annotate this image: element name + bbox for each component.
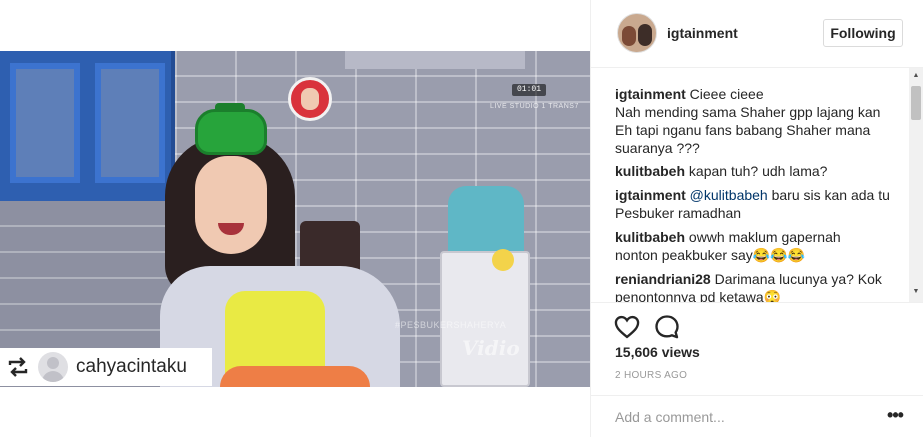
comment-text: baru sis kan ada tu bbox=[771, 187, 890, 203]
comment-text: owwh maklum gapernah bbox=[688, 229, 841, 245]
comment-mention[interactable]: @kulitbabeh bbox=[690, 187, 768, 203]
comments-list: igtainment Cieee cieee Nah mending sama … bbox=[591, 68, 923, 302]
comment-text: Darimana lucunya ya? Kok bbox=[714, 271, 882, 287]
comment-item: kulitbabeh kapan tuh? udh lama? bbox=[615, 162, 905, 180]
scene-water-bottle bbox=[448, 186, 524, 258]
scene-gas-tank bbox=[195, 109, 267, 155]
comment-user[interactable]: igtainment bbox=[615, 86, 686, 102]
comment-caption: igtainment Cieee cieee Nah mending sama … bbox=[615, 85, 905, 157]
scroll-up-arrow-icon[interactable]: ▲ bbox=[909, 70, 923, 82]
post-header: igtainment Following bbox=[591, 0, 923, 68]
scene-water-dispenser bbox=[440, 251, 530, 387]
comment-item: reniandriani28 Darimana lucunya ya? Kok … bbox=[615, 270, 905, 302]
comments-scrollbar[interactable]: ▲ ▼ bbox=[909, 68, 923, 302]
repost-icon bbox=[6, 355, 30, 379]
brand-watermark: Vidio bbox=[462, 336, 520, 360]
post-timestamp[interactable]: 2 HOURS AGO bbox=[615, 370, 687, 381]
post-actions bbox=[591, 302, 923, 348]
comment-icon[interactable] bbox=[653, 313, 681, 341]
comment-item: kulitbabeh owwh maklum gapernah nonton p… bbox=[615, 228, 905, 264]
author-username[interactable]: igtainment bbox=[667, 25, 738, 41]
post-media: 01:01 LIVE STUDIO 1 TRANS7 #PESBUKERSHAH… bbox=[0, 0, 590, 437]
scene-cabinet bbox=[0, 51, 175, 201]
comment-text: nonton peakbuker say😂😂😂 bbox=[615, 247, 806, 263]
comment-item: igtainment @kulitbabeh baru sis kan ada … bbox=[615, 186, 905, 222]
heart-icon[interactable] bbox=[613, 313, 641, 341]
post-details-panel: igtainment Following igtainment Cieee ci… bbox=[590, 0, 923, 437]
comment-user[interactable]: kulitbabeh bbox=[615, 229, 685, 245]
more-options-icon[interactable]: ••• bbox=[885, 406, 905, 426]
add-comment-input[interactable] bbox=[615, 407, 875, 427]
comment-text: Pesbuker ramadhan bbox=[615, 205, 742, 221]
comment-text: penontonnya pd ketawa😳 bbox=[615, 289, 782, 302]
comment-text: suaranya ??? bbox=[615, 140, 700, 156]
channel-logo bbox=[288, 77, 332, 121]
author-avatar[interactable] bbox=[617, 13, 657, 53]
video-timestamp: 01:01 bbox=[512, 84, 546, 96]
comment-user[interactable]: kulitbabeh bbox=[615, 163, 685, 179]
live-indicator: LIVE STUDIO 1 TRANS7 bbox=[490, 103, 579, 110]
comment-text: Nah mending sama Shaher gpp lajang kan bbox=[615, 104, 881, 120]
comment-text: Cieee cieee bbox=[689, 86, 764, 102]
comment-composer: ••• bbox=[591, 395, 923, 437]
repost-tag: cahyacintaku bbox=[0, 348, 212, 386]
comment-text: kapan tuh? udh lama? bbox=[688, 163, 828, 179]
video-player[interactable]: 01:01 LIVE STUDIO 1 TRANS7 #PESBUKERSHAH… bbox=[0, 51, 590, 387]
comment-text: Eh tapi nganu fans babang Shaher mana bbox=[615, 122, 871, 138]
repost-avatar[interactable] bbox=[38, 352, 68, 382]
scroll-down-arrow-icon[interactable]: ▼ bbox=[909, 286, 923, 298]
following-button[interactable]: Following bbox=[823, 19, 903, 47]
comment-user[interactable]: reniandriani28 bbox=[615, 271, 711, 287]
comment-user[interactable]: igtainment bbox=[615, 187, 686, 203]
video-watermark: #PESBUKERSHAHERYA bbox=[395, 320, 507, 330]
repost-username[interactable]: cahyacintaku bbox=[76, 356, 187, 378]
view-count[interactable]: 15,606 views bbox=[615, 344, 700, 360]
scroll-thumb[interactable] bbox=[911, 86, 921, 120]
